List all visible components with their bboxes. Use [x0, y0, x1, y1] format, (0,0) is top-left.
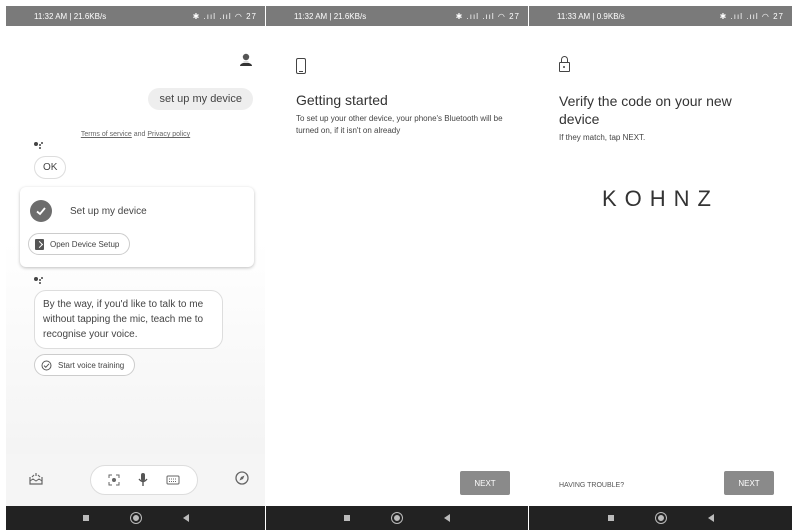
start-voice-training-button[interactable]: Start voice training — [34, 354, 136, 376]
next-button[interactable]: NEXT — [724, 471, 774, 495]
page-description: To set up your other device, your phone'… — [296, 114, 503, 135]
updates-icon[interactable] — [28, 472, 44, 486]
phone-device-icon — [296, 58, 306, 74]
back-button[interactable] — [444, 514, 450, 522]
device-setup-icon — [35, 238, 44, 250]
status-time: 11:32 AM | 21.6KB/s — [34, 11, 107, 21]
lock-icon — [559, 56, 570, 72]
terms-line: Terms of service and Privacy policy — [6, 131, 265, 138]
status-time: 11:32 AM | 21.6KB/s — [294, 11, 367, 21]
status-bar: 11:33 AM | 0.9KB/s ✱ .ııl .ııl ◠ 27 — [529, 6, 792, 26]
status-icons: ✱ .ııl .ııl ◠ 27 — [192, 11, 257, 21]
explore-compass-icon[interactable] — [235, 471, 249, 485]
home-button[interactable] — [392, 513, 402, 523]
system-nav-bar — [529, 506, 792, 530]
terms-and: and — [131, 131, 148, 138]
status-icons: ✱ .ııl .ııl ◠ 27 — [719, 11, 784, 21]
next-button[interactable]: NEXT — [460, 471, 510, 495]
recents-button[interactable] — [82, 515, 89, 521]
privacy-link[interactable]: Privacy policy — [147, 131, 190, 138]
recents-button[interactable] — [607, 515, 614, 521]
terms-link[interactable]: Terms of service — [81, 131, 132, 138]
conversation-area: set up my device Terms of service and Pr… — [6, 26, 265, 506]
system-nav-bar — [266, 506, 528, 530]
open-device-setup-button[interactable]: Open Device Setup — [28, 233, 131, 255]
assistant-dots-icon — [34, 276, 44, 284]
page-description: If they match, tap NEXT. — [559, 133, 646, 142]
setup-device-card: Set up my device Open Device Setup — [20, 187, 254, 267]
card-title: Set up my device — [70, 206, 147, 217]
microphone-icon[interactable] — [137, 472, 149, 488]
user-avatar-icon[interactable] — [239, 52, 253, 66]
open-device-setup-label: Open Device Setup — [50, 239, 120, 249]
verification-code: KOHNZ — [602, 186, 719, 211]
status-bar: 11:32 AM | 21.6KB/s ✱ .ııl .ııl ◠ 27 — [266, 6, 528, 26]
check-circle-icon — [30, 200, 52, 222]
page-title: Verify the code on your new device — [559, 93, 732, 127]
having-trouble-link[interactable]: HAVING TROUBLE? — [559, 482, 624, 489]
assistant-dots-icon — [34, 141, 44, 149]
recents-button[interactable] — [344, 515, 350, 521]
voice-training-tip: By the way, if you'd like to talk to me … — [34, 290, 223, 349]
page-title: Getting started — [296, 92, 388, 108]
assistant-screen: 11:32 AM | 21.6KB/s ✱ .ııl .ııl ◠ 27 set… — [6, 6, 265, 530]
status-bar: 11:32 AM | 21.6KB/s ✱ .ııl .ııl ◠ 27 — [6, 6, 265, 26]
assistant-input-bar — [6, 454, 265, 506]
input-pill — [90, 465, 198, 495]
back-button[interactable] — [182, 514, 189, 522]
getting-started-screen: 11:32 AM | 21.6KB/s ✱ .ııl .ııl ◠ 27 Get… — [266, 6, 528, 530]
home-button[interactable] — [130, 513, 141, 523]
system-nav-bar — [6, 506, 265, 530]
lens-icon[interactable] — [108, 474, 120, 486]
keyboard-icon[interactable] — [166, 475, 180, 485]
back-button[interactable] — [707, 514, 714, 522]
status-icons: ✱ .ııl .ııl ◠ 27 — [455, 11, 520, 21]
status-time: 11:33 AM | 0.9KB/s — [557, 11, 625, 21]
assistant-ok-bubble: OK — [34, 156, 67, 179]
user-message-bubble: set up my device — [148, 88, 253, 110]
verify-code-screen: 11:33 AM | 0.9KB/s ✱ .ııl .ııl ◠ 27 Veri… — [529, 6, 792, 530]
voice-check-icon — [41, 360, 52, 370]
start-voice-training-label: Start voice training — [58, 360, 125, 370]
home-button[interactable] — [655, 513, 666, 523]
